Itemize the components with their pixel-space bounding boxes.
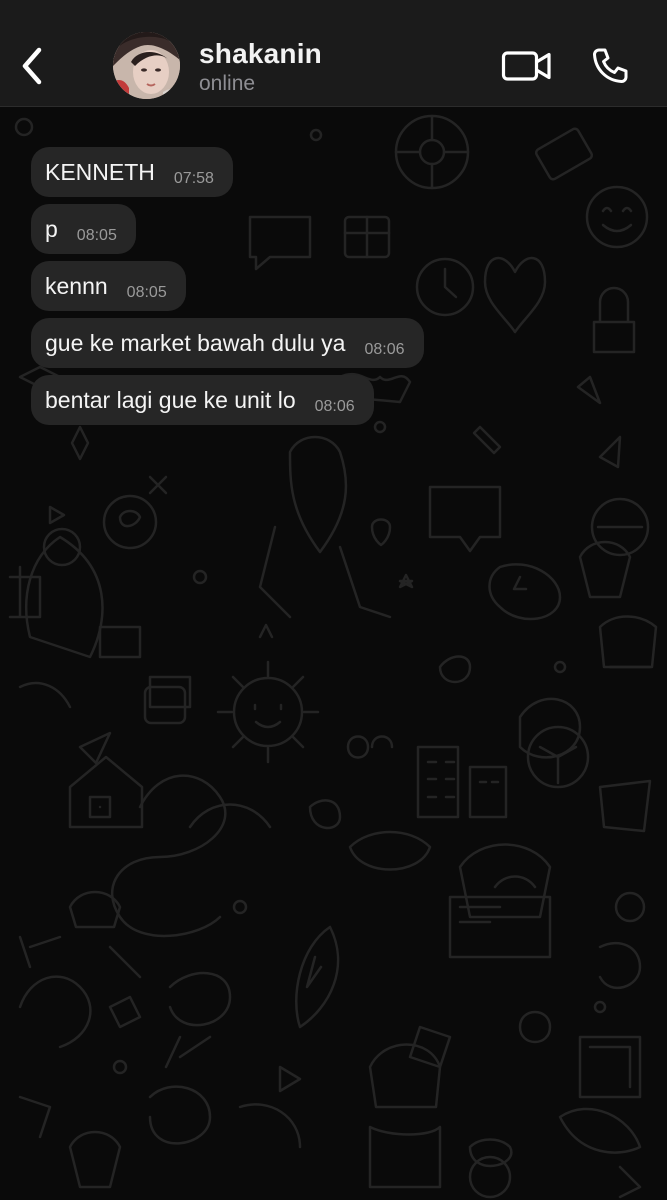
phone-icon (593, 48, 628, 83)
avatar-image (113, 32, 180, 99)
voice-call-button[interactable] (588, 44, 632, 88)
messages: KENNETH 07:58 p 08:05 kennn 08:05 gue ke… (31, 147, 424, 432)
message-time: 08:06 (364, 341, 405, 358)
chat-screen: shakanin online KENNETH 07:58 p 08:05 ke… (0, 0, 667, 1200)
message-list-area[interactable]: KENNETH 07:58 p 08:05 kennn 08:05 gue ke… (0, 107, 667, 1200)
video-call-button[interactable] (500, 46, 554, 86)
contact-avatar[interactable] (113, 32, 180, 99)
message-text: bentar lagi gue ke unit lo (45, 387, 296, 413)
video-camera-icon (501, 51, 551, 81)
message-time: 07:58 (173, 170, 214, 187)
chat-header: shakanin online (0, 0, 667, 107)
message-text: p (45, 216, 58, 242)
message-bubble[interactable]: kennn 08:05 (31, 261, 186, 311)
message-text: KENNETH (45, 159, 155, 185)
message-text: kennn (45, 273, 108, 299)
message-time: 08:05 (126, 284, 167, 301)
message-bubble[interactable]: gue ke market bawah dulu ya 08:06 (31, 318, 424, 368)
back-button[interactable] (12, 44, 52, 88)
contact-status: online (199, 72, 256, 95)
message-bubble[interactable]: KENNETH 07:58 (31, 147, 233, 197)
message-text: gue ke market bawah dulu ya (45, 330, 346, 356)
message-bubble[interactable]: p 08:05 (31, 204, 136, 254)
message-time: 08:05 (76, 227, 117, 244)
message-time: 08:06 (314, 398, 355, 415)
chevron-left-icon (22, 47, 42, 85)
message-bubble[interactable]: bentar lagi gue ke unit lo 08:06 (31, 375, 374, 425)
contact-name[interactable]: shakanin (199, 38, 322, 70)
